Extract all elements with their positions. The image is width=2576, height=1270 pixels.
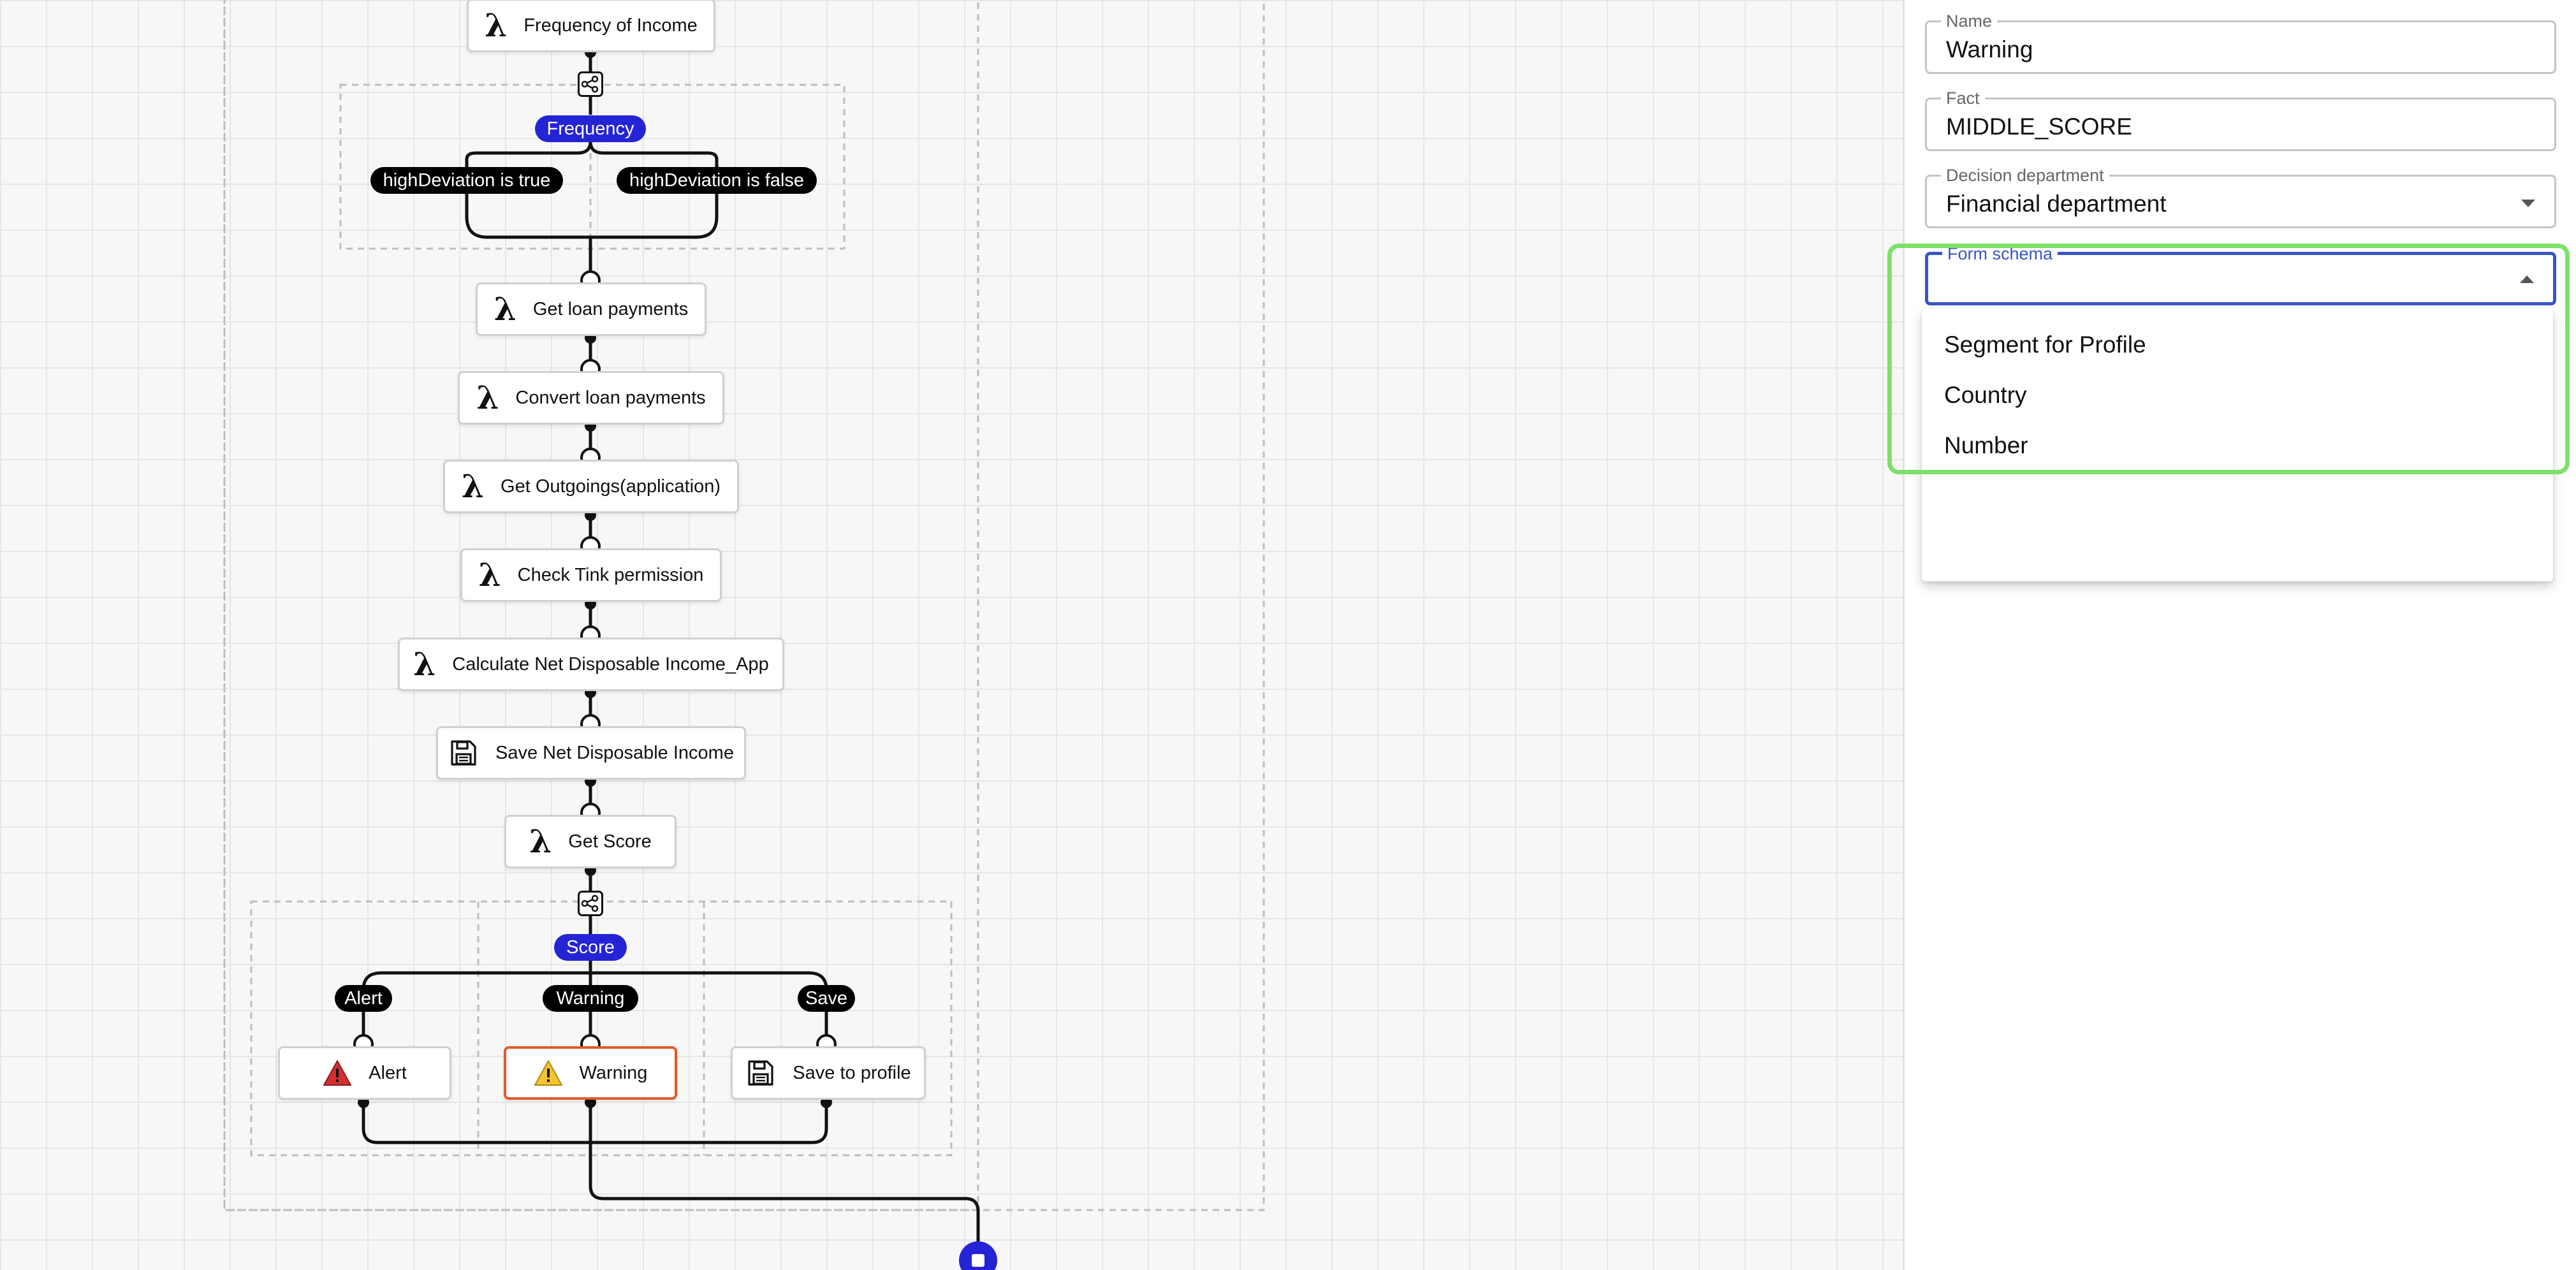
lambda-icon: λ [529, 822, 552, 860]
node-label: Get loan payments [532, 298, 689, 319]
node-label: Warning [579, 1062, 648, 1083]
node-get-score[interactable]: λ Get Score [504, 815, 677, 868]
flow-canvas[interactable]: Frequency highDeviation is true highDevi… [0, 0, 1903, 1270]
node-frequency-of-income[interactable]: λ Frequency of Income [467, 0, 715, 52]
floppy-disk-icon [745, 1058, 776, 1088]
switch-icon[interactable] [578, 891, 603, 916]
floppy-disk-icon [448, 738, 479, 768]
node-calculate-net-disposable-income[interactable]: λ Calculate Net Disposable Income_App [398, 638, 784, 691]
node-convert-loan-payments[interactable]: λ Convert loan payments [458, 371, 724, 425]
option-segment-for-profile[interactable]: Segment for Profile [1944, 332, 2146, 358]
chevron-up-icon[interactable] [2520, 275, 2534, 283]
node-label: Save Net Disposable Income [495, 742, 734, 763]
node-label: Convert loan payments [515, 387, 706, 408]
fact-field-value[interactable]: MIDDLE_SCORE [1946, 113, 2132, 140]
node-alert[interactable]: Alert [278, 1046, 451, 1100]
score-switch-label[interactable]: Score [554, 934, 627, 961]
name-field-label: Name [1941, 10, 1998, 32]
node-save-net-disposable-income[interactable]: Save Net Disposable Income [436, 726, 746, 780]
option-number[interactable]: Number [1944, 432, 2028, 459]
name-field[interactable]: Name Warning [1925, 10, 2556, 74]
chevron-down-icon[interactable] [2521, 200, 2535, 207]
node-label: Save to profile [793, 1062, 911, 1083]
lambda-icon: λ [494, 290, 516, 328]
node-label: Get Outgoings(application) [501, 476, 721, 497]
node-label: Calculate Net Disposable Income_App [452, 653, 769, 675]
node-label: Get Score [568, 831, 652, 852]
warning-triangle-icon [323, 1060, 352, 1086]
fact-field[interactable]: Fact MIDDLE_SCORE [1925, 87, 2556, 151]
lambda-icon: λ [485, 6, 508, 44]
lambda-icon: λ [478, 556, 501, 594]
frequency-switch-label[interactable]: Frequency [535, 115, 646, 142]
branch-label-save[interactable]: Save [798, 985, 855, 1012]
branch-label-alert[interactable]: Alert [335, 985, 392, 1012]
decision-department-select[interactable]: Decision department Financial department [1925, 164, 2556, 228]
node-get-loan-payments[interactable]: λ Get loan payments [476, 282, 706, 336]
node-label: Check Tink permission [517, 564, 704, 585]
lambda-icon: λ [476, 379, 499, 416]
node-warning-selected[interactable]: Warning [504, 1046, 677, 1100]
fact-field-label: Fact [1941, 87, 1985, 109]
node-label: Frequency of Income [523, 15, 698, 36]
warning-triangle-icon [534, 1060, 563, 1086]
branch-label-warning[interactable]: Warning [543, 985, 638, 1012]
switch-icon[interactable] [578, 71, 603, 97]
name-field-value[interactable]: Warning [1946, 36, 2033, 63]
properties-panel: Name Warning Fact MIDDLE_SCORE Decision … [1903, 0, 2576, 1270]
lambda-icon: λ [461, 467, 485, 505]
branch-label-high-deviation-true[interactable]: highDeviation is true [370, 167, 563, 194]
inner-flow-group [223, 0, 979, 1211]
option-country[interactable]: Country [1944, 382, 2027, 409]
lambda-icon: λ [413, 645, 436, 683]
decision-department-label: Decision department [1941, 164, 2109, 186]
node-check-tink-permission[interactable]: λ Check Tink permission [460, 548, 722, 602]
node-save-to-profile[interactable]: Save to profile [731, 1046, 926, 1100]
node-label: Alert [369, 1062, 407, 1083]
node-get-outgoings[interactable]: λ Get Outgoings(application) [443, 460, 739, 513]
form-schema-select[interactable]: Form schema [1925, 243, 2556, 305]
decision-department-value[interactable]: Financial department [1946, 191, 2167, 217]
end-node-icon[interactable] [958, 1240, 999, 1270]
branch-label-high-deviation-false[interactable]: highDeviation is false [617, 167, 817, 194]
form-schema-dropdown-menu: Segment for Profile Country Number [1922, 309, 2553, 581]
form-schema-label: Form schema [1942, 243, 2058, 265]
